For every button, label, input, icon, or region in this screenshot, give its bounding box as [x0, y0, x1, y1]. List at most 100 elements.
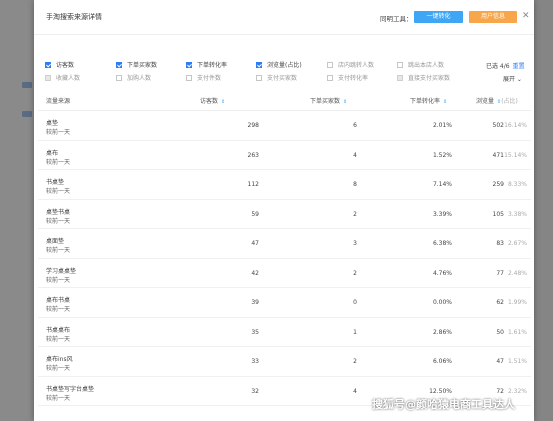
metric-option[interactable]: 支付件数: [186, 74, 221, 84]
row-keyword: 书桌桌布: [46, 326, 71, 334]
metric-option[interactable]: 浏览量(占比): [256, 61, 302, 71]
checkbox[interactable]: [116, 62, 122, 68]
cell-rate: 2.01%: [432, 122, 452, 129]
source-table: 流量来源 访客数 ⇕ 下单买家数 ⇕ 下单转化率 ⇕ 浏览量 ⇕(占比) 桌垫较前一天 2…: [38, 89, 531, 406]
cell-buyers: 0: [353, 299, 357, 306]
cell-rate: 4.76%: [432, 269, 452, 277]
header-source: 流量来源: [46, 98, 71, 105]
cell-buyers: 4: [353, 151, 357, 159]
checkbox[interactable]: [256, 75, 262, 81]
cell-buyers: 2: [353, 358, 357, 365]
cell-visitors: 42: [251, 269, 259, 277]
row-compare-label: 较前一天: [46, 365, 71, 372]
table-row: 书桌桌布 较前一天 35 1 2.86% 50 1.61%: [38, 318, 531, 347]
table-row: 桌布 较前一天 263 4 1.52% 471 15.14%: [38, 141, 531, 170]
cell-rate: 12.50%: [429, 387, 452, 395]
metric-option-label: 支付转化率: [338, 75, 369, 82]
checkbox[interactable]: [186, 75, 192, 81]
metric-option[interactable]: 访客数: [45, 61, 74, 71]
checkbox[interactable]: [45, 75, 51, 81]
cell-buyers: 3: [353, 240, 357, 247]
metric-option-label: 下单转化率: [197, 62, 228, 69]
checkbox[interactable]: [327, 75, 333, 81]
row-keyword: 桌布书桌: [46, 297, 71, 304]
metric-option[interactable]: 下单转化率: [186, 61, 227, 71]
metric-option-label: 加购人数: [127, 75, 152, 82]
row-keyword: 书桌垫写字台桌垫: [46, 385, 95, 393]
header-visitors[interactable]: 访客数 ⇕: [200, 96, 225, 105]
header-rate[interactable]: 下单转化率 ⇕: [410, 96, 447, 105]
row-keyword: 桌面垫: [46, 238, 65, 245]
user-info-button[interactable]: 用户信息: [469, 11, 517, 23]
checkbox[interactable]: [256, 62, 262, 68]
cell-visitors: 59: [251, 210, 259, 218]
cell-visitors: 112: [247, 181, 259, 188]
table-header: 流量来源 访客数 ⇕ 下单买家数 ⇕ 下单转化率 ⇕ 浏览量 ⇕(占比): [38, 89, 531, 111]
checkbox[interactable]: [397, 75, 403, 81]
cell-views: 259: [492, 181, 504, 188]
cell-rate: 0.00%: [432, 299, 452, 306]
sort-icon[interactable]: ⇕: [221, 99, 225, 105]
metric-option[interactable]: 收藏人数: [45, 74, 80, 84]
row-compare-label: 较前一天: [46, 129, 71, 136]
cell-share: 3.38%: [507, 210, 527, 218]
checkbox[interactable]: [327, 62, 333, 68]
reset-link[interactable]: 重置: [513, 63, 525, 70]
metric-option[interactable]: 下单买家数: [116, 61, 157, 71]
metric-option[interactable]: 支付买家数: [256, 74, 297, 84]
sort-icon[interactable]: ⇕: [443, 99, 447, 105]
metric-option-label: 收藏人数: [56, 75, 81, 82]
one-click-convert-button[interactable]: 一键转化: [414, 11, 463, 23]
cell-views: 471: [492, 151, 504, 159]
cell-views: 47: [496, 358, 504, 365]
cell-visitors: 32: [251, 387, 259, 395]
cell-views: 72: [496, 387, 504, 395]
cell-rate: 1.52%: [432, 151, 452, 159]
row-keyword: 学习桌桌垫: [46, 267, 77, 275]
watermark: 搜狐号@颜哈猿电商工具达人: [372, 398, 515, 411]
source-detail-modal: 手淘搜索来源详情 同明工具： 一键转化 用户信息 ✕ 访客数 下单买家数 下单转化率…: [34, 0, 534, 421]
checkbox[interactable]: [186, 62, 192, 68]
table-body: 桌垫 较前一天 298 6 2.01% 502 16.14% 桌布 较前一天 263 4 1.52% 4…: [38, 111, 531, 406]
header-buyers[interactable]: 下单买家数 ⇕: [310, 96, 347, 105]
metric-option[interactable]: 店内跳转人数: [327, 61, 374, 71]
metric-option[interactable]: 直接支付买家数: [397, 74, 450, 84]
cell-rate: 7.14%: [432, 181, 452, 188]
expand-link[interactable]: 展开 ⌄: [503, 74, 522, 83]
checkbox[interactable]: [45, 62, 51, 68]
sort-icon[interactable]: ⇕: [343, 99, 347, 105]
selected-count: 已选 4/6 重置: [486, 63, 525, 70]
background-marker: [22, 82, 32, 88]
metric-option[interactable]: 加购人数: [116, 74, 151, 84]
metric-option[interactable]: 跳出本店人数: [397, 61, 444, 71]
cell-views: 62: [496, 299, 504, 306]
cell-buyers: 1: [353, 328, 357, 336]
cell-buyers: 8: [353, 181, 357, 188]
metric-option-label: 浏览量(占比): [267, 62, 302, 69]
cell-share: 2.48%: [507, 269, 527, 277]
cell-share: 2.67%: [507, 240, 527, 247]
row-compare-label: 较前一天: [46, 158, 71, 166]
cell-rate: 2.86%: [432, 328, 452, 336]
row-compare-label: 较前一天: [46, 217, 71, 225]
cell-views: 502: [492, 122, 504, 129]
cell-buyers: 6: [353, 122, 357, 129]
table-row: 书桌垫 较前一天 112 8 7.14% 259 8.33%: [38, 170, 531, 200]
table-row: 桌垫 较前一天 298 6 2.01% 502 16.14%: [38, 111, 531, 141]
checkbox[interactable]: [116, 75, 122, 81]
cell-share: 16.14%: [504, 122, 527, 129]
metric-option-label: 访客数: [56, 62, 75, 69]
cell-share: 1.51%: [507, 358, 527, 365]
close-icon[interactable]: ✕: [522, 9, 530, 23]
row-compare-label: 较前一天: [46, 335, 71, 343]
cell-rate: 6.38%: [432, 240, 452, 247]
chevron-down-icon: ⌄: [515, 76, 522, 83]
header-views[interactable]: 浏览量 ⇕(占比): [476, 96, 518, 105]
background-page-left: [0, 0, 34, 421]
metric-option-label: 支付件数: [197, 75, 222, 82]
cell-views: 77: [496, 269, 504, 277]
metric-option[interactable]: 支付转化率: [327, 74, 368, 84]
row-keyword: 书桌垫: [46, 179, 65, 186]
row-keyword: 桌垫: [46, 120, 59, 127]
checkbox[interactable]: [397, 62, 403, 68]
